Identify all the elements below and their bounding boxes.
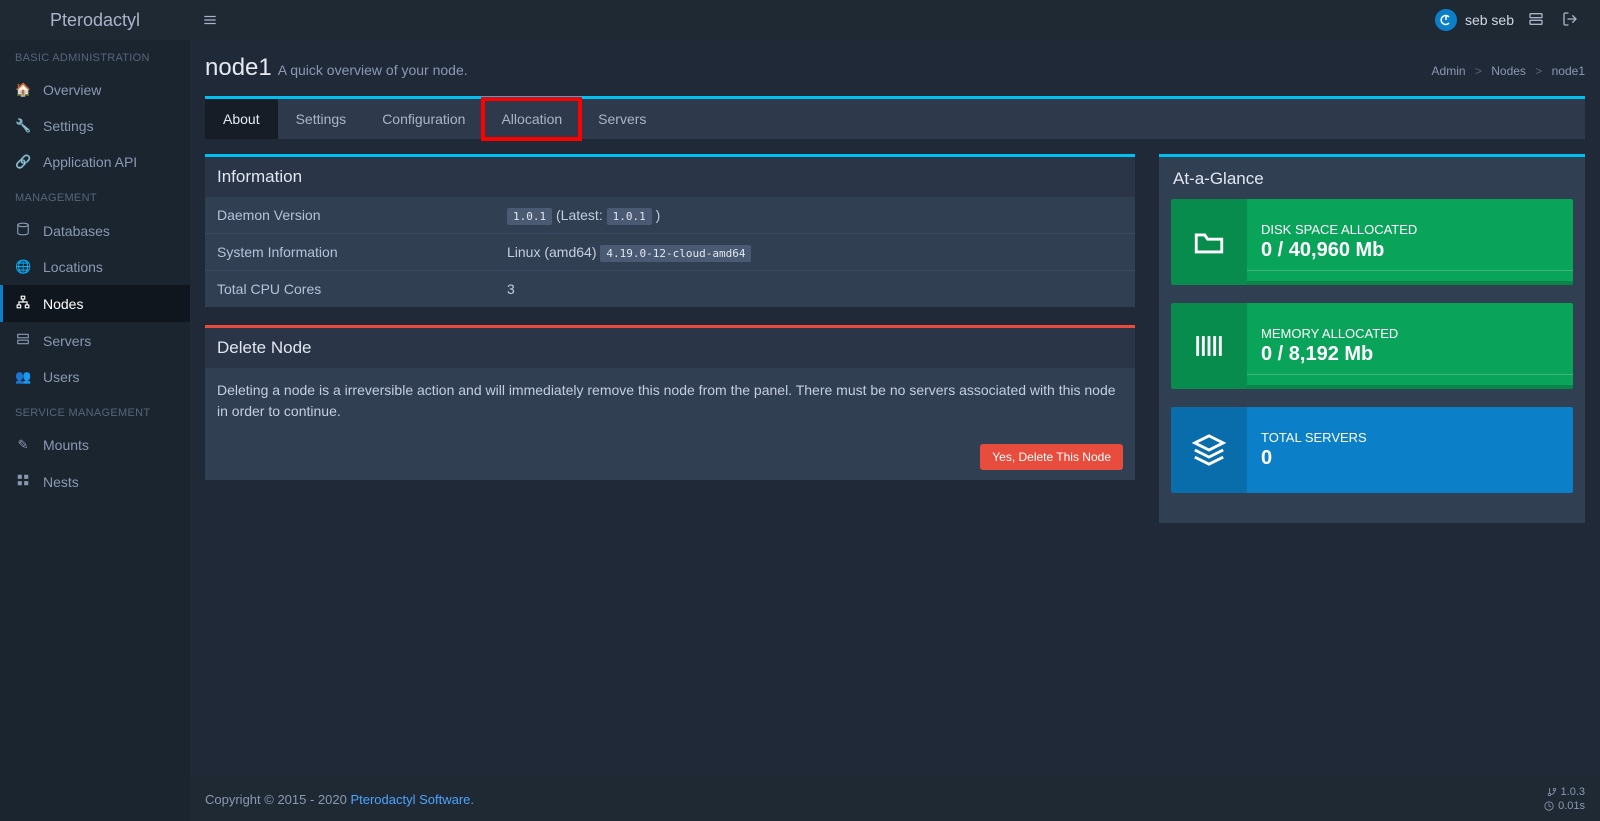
delete-node-box: Delete Node Deleting a node is a irrever… bbox=[205, 325, 1135, 480]
footer-version: 1.0.3 bbox=[1544, 785, 1585, 799]
sidebar-item-overview[interactable]: 🏠Overview bbox=[0, 72, 190, 108]
sidebar-item-settings[interactable]: 🔧Settings bbox=[0, 108, 190, 144]
sidebar-item-mounts[interactable]: ✎Mounts bbox=[0, 427, 190, 463]
tab-servers[interactable]: Servers bbox=[580, 99, 664, 139]
glance-title: At-a-Glance bbox=[1171, 157, 1573, 199]
footer-time: 0.01s bbox=[1544, 799, 1585, 813]
page-title: node1 bbox=[205, 54, 272, 82]
brand-logo[interactable]: Pterodactyl bbox=[0, 10, 190, 31]
info-row-daemon: Daemon Version 1.0.1 (Latest: 1.0.1 ) bbox=[205, 197, 1135, 233]
delete-node-title: Delete Node bbox=[205, 328, 1135, 368]
glance-box: At-a-Glance DISK SPACE ALLOCATED 0 / 40,… bbox=[1159, 154, 1585, 523]
sidebar: BASIC ADMINISTRATION 🏠Overview 🔧Settings… bbox=[0, 40, 190, 821]
sidebar-section-basic: BASIC ADMINISTRATION bbox=[0, 40, 190, 72]
folder-icon bbox=[1171, 199, 1247, 285]
tab-settings[interactable]: Settings bbox=[278, 99, 365, 139]
delete-node-button[interactable]: Yes, Delete This Node bbox=[980, 444, 1123, 470]
information-box: Information Daemon Version 1.0.1 (Latest… bbox=[205, 154, 1135, 307]
stat-disk: DISK SPACE ALLOCATED 0 / 40,960 Mb bbox=[1171, 199, 1573, 285]
magic-icon: ✎ bbox=[15, 437, 31, 453]
git-branch-icon bbox=[1547, 787, 1557, 797]
footer-link[interactable]: Pterodactyl Software bbox=[350, 792, 470, 807]
stat-servers: TOTAL SERVERS 0 bbox=[1171, 407, 1573, 493]
server-icon bbox=[15, 332, 31, 349]
sidebar-toggle[interactable] bbox=[190, 0, 230, 40]
sidebar-item-locations[interactable]: 🌐Locations bbox=[0, 249, 190, 285]
sidebar-item-users[interactable]: 👥Users bbox=[0, 359, 190, 395]
home-icon: 🏠 bbox=[15, 82, 31, 98]
avatar-icon bbox=[1435, 9, 1457, 31]
logout-icon[interactable] bbox=[1558, 11, 1582, 30]
wrench-icon: 🔧 bbox=[15, 118, 31, 134]
page-subtitle: A quick overview of your node. bbox=[278, 62, 468, 78]
breadcrumb: Admin > Nodes > node1 bbox=[1432, 64, 1585, 78]
sidebar-item-nodes[interactable]: Nodes bbox=[0, 285, 190, 322]
content: node1 A quick overview of your node. Adm… bbox=[190, 40, 1600, 821]
sidebar-item-databases[interactable]: Databases bbox=[0, 212, 190, 249]
sidebar-item-api[interactable]: 🔗Application API bbox=[0, 144, 190, 180]
breadcrumb-current: node1 bbox=[1552, 64, 1585, 78]
tab-configuration[interactable]: Configuration bbox=[364, 99, 483, 139]
footer: Copyright © 2015 - 2020 Pterodactyl Soft… bbox=[190, 777, 1600, 821]
topbar: Pterodactyl seb seb bbox=[0, 0, 1600, 40]
sidebar-section-svc: SERVICE MANAGEMENT bbox=[0, 395, 190, 427]
breadcrumb-nodes[interactable]: Nodes bbox=[1491, 64, 1526, 78]
daemon-version-badge: 1.0.1 bbox=[507, 208, 552, 225]
tab-about[interactable]: About bbox=[205, 99, 278, 139]
barcode-icon bbox=[1171, 303, 1247, 389]
user-menu[interactable]: seb seb bbox=[1435, 9, 1514, 31]
grid-icon bbox=[15, 473, 31, 490]
sidebar-item-servers[interactable]: Servers bbox=[0, 322, 190, 359]
stat-memory: MEMORY ALLOCATED 0 / 8,192 Mb bbox=[1171, 303, 1573, 389]
sitemap-icon bbox=[15, 295, 31, 312]
tabs: About Settings Configuration Allocation … bbox=[205, 96, 1585, 139]
info-row-cpu: Total CPU Cores 3 bbox=[205, 270, 1135, 307]
daemon-latest-badge: 1.0.1 bbox=[607, 208, 652, 225]
database-icon bbox=[15, 222, 31, 239]
sidebar-section-mgmt: MANAGEMENT bbox=[0, 180, 190, 212]
clock-icon bbox=[1544, 801, 1554, 811]
delete-node-body: Deleting a node is a irreversible action… bbox=[205, 368, 1135, 434]
users-icon: 👥 bbox=[15, 369, 31, 385]
globe-icon: 🌐 bbox=[15, 259, 31, 275]
user-name: seb seb bbox=[1465, 12, 1514, 28]
info-row-system: System Information Linux (amd64) 4.19.0-… bbox=[205, 233, 1135, 270]
tab-allocation[interactable]: Allocation bbox=[483, 99, 580, 139]
breadcrumb-admin[interactable]: Admin bbox=[1432, 64, 1466, 78]
kernel-badge: 4.19.0-12-cloud-amd64 bbox=[600, 245, 751, 262]
server-list-icon[interactable] bbox=[1524, 11, 1548, 30]
sidebar-item-nests[interactable]: Nests bbox=[0, 463, 190, 500]
layers-icon bbox=[1171, 407, 1247, 493]
link-icon: 🔗 bbox=[15, 154, 31, 170]
information-title: Information bbox=[205, 157, 1135, 197]
